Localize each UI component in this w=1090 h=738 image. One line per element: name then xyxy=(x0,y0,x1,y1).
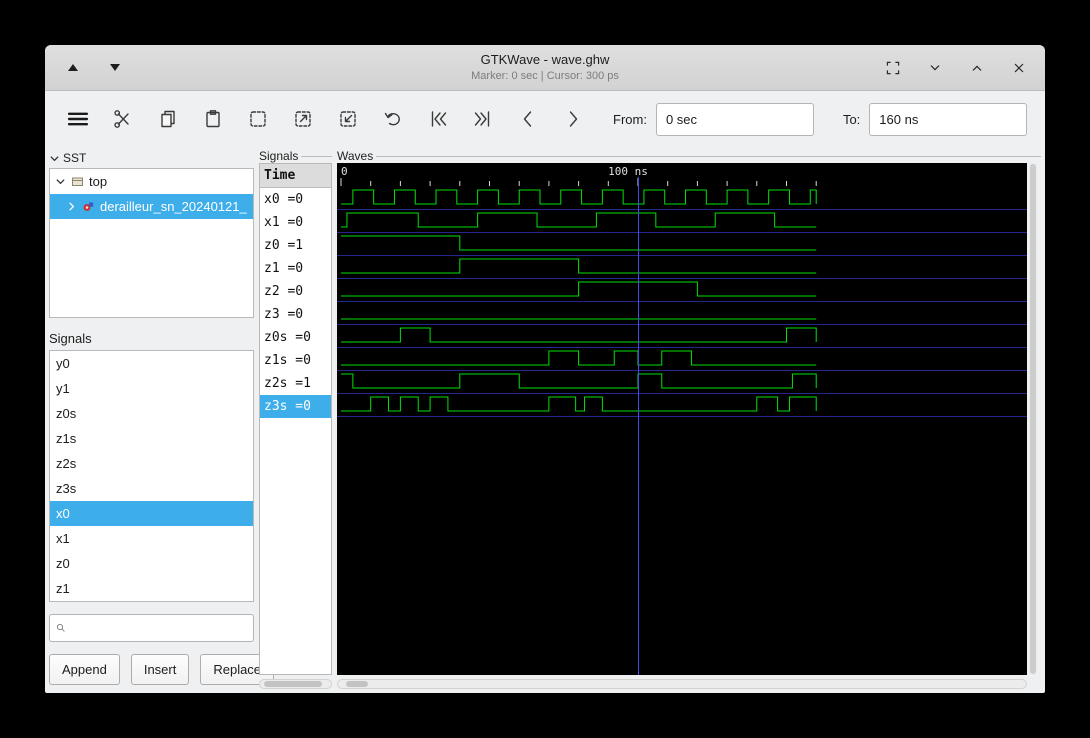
maximize-icon[interactable] xyxy=(967,58,987,78)
signal-row-z2[interactable]: z2 =0 xyxy=(260,280,331,303)
cut-icon[interactable] xyxy=(112,108,134,130)
waveform-display[interactable]: 0 100 ns xyxy=(337,163,1027,675)
sst-expander-icon[interactable] xyxy=(49,153,60,164)
signal-list-item-z2s[interactable]: z2s xyxy=(50,451,253,476)
sst-buttons: Append Insert Replace xyxy=(49,654,275,685)
minimize-icon[interactable] xyxy=(925,58,945,78)
wave-z2 xyxy=(341,281,817,297)
signal-row-z1s[interactable]: z1s =0 xyxy=(260,349,331,372)
waves-hscrollbar-thumb[interactable] xyxy=(346,681,368,687)
wave-z0 xyxy=(341,235,817,251)
hierarchy-top-icon xyxy=(72,177,83,186)
toolbar: From: To: xyxy=(45,91,1045,147)
zoom-out-icon[interactable] xyxy=(337,108,359,130)
waves-panel: Waves 0 100 ns xyxy=(337,149,1041,691)
gtkwave-window: GTKWave - wave.ghw Marker: 0 sec | Curso… xyxy=(45,45,1045,693)
tree-row-top[interactable]: top xyxy=(50,169,253,194)
signal-row-z0s[interactable]: z0s =0 xyxy=(260,326,331,349)
waves-frame-label: Waves xyxy=(337,149,374,163)
tree-row-label: derailleur_sn_20240121_ xyxy=(100,199,247,214)
signal-list-item-z1s[interactable]: z1s xyxy=(50,426,253,451)
main-content: SST top derailleur_sn_20240121_ Signals xyxy=(45,147,1045,693)
undo-icon[interactable] xyxy=(382,108,404,130)
signal-list-item-z3s[interactable]: z3s xyxy=(50,476,253,501)
signal-name-list: Time x0 =0 x1 =0 z0 =1 z1 =0 z2 =0 z3 =0 z0s =… xyxy=(259,163,332,675)
waves-vscrollbar[interactable] xyxy=(1029,163,1037,675)
signal-list-item-x0[interactable]: x0 xyxy=(50,501,253,526)
ruler-label: 100 ns xyxy=(608,165,648,178)
signal-row-z1[interactable]: z1 =0 xyxy=(260,257,331,280)
sst-header-label: SST xyxy=(63,151,87,165)
desktop-background: GTKWave - wave.ghw Marker: 0 sec | Curso… xyxy=(0,0,1090,738)
go-to-end-icon[interactable] xyxy=(472,108,494,130)
waves-vscrollbar-thumb[interactable] xyxy=(1030,164,1036,674)
entity-icon xyxy=(83,202,94,211)
step-forward-icon[interactable] xyxy=(562,108,584,130)
signal-list-item-z0[interactable]: z0 xyxy=(50,551,253,576)
wave-x0 xyxy=(341,189,817,205)
from-label: From: xyxy=(613,111,647,127)
sst-signal-list: y0 y1 z0s z1s z2s z3s x0 x1 z0 z1 xyxy=(49,350,254,602)
expander-right-icon[interactable] xyxy=(66,201,77,212)
signal-row-x1[interactable]: x1 =0 xyxy=(260,211,331,234)
search-input[interactable] xyxy=(71,620,247,636)
sst-panel: SST top derailleur_sn_20240121_ Signals xyxy=(49,149,275,691)
signal-list-item-y1[interactable]: y1 xyxy=(50,376,253,401)
sst-tree: top derailleur_sn_20240121_ xyxy=(49,168,254,318)
copy-icon[interactable] xyxy=(157,108,179,130)
zoom-fit-icon[interactable] xyxy=(247,108,269,130)
tree-row-label: top xyxy=(89,174,108,189)
wave-z3s xyxy=(341,396,817,412)
signal-list-item-z1[interactable]: z1 xyxy=(50,576,253,601)
to-label: To: xyxy=(842,111,861,127)
signal-row-z3[interactable]: z3 =0 xyxy=(260,303,331,326)
titlebar-arrow-down-icon[interactable] xyxy=(105,58,125,78)
close-icon[interactable] xyxy=(1009,58,1029,78)
to-input[interactable] xyxy=(869,102,1028,136)
wave-canvas[interactable]: 0 100 ns xyxy=(337,163,1027,675)
time-header: Time xyxy=(260,164,331,188)
signal-list-item-x1[interactable]: x1 xyxy=(50,526,253,551)
fullscreen-icon[interactable] xyxy=(883,58,903,78)
signal-list-item-z0s[interactable]: z0s xyxy=(50,401,253,426)
menu-icon[interactable] xyxy=(67,108,89,130)
wave-z1 xyxy=(341,258,817,274)
search-icon xyxy=(57,624,65,632)
signal-row-z0[interactable]: z0 =1 xyxy=(260,234,331,257)
titlebar[interactable]: GTKWave - wave.ghw Marker: 0 sec | Curso… xyxy=(45,45,1045,91)
wave-z2s xyxy=(341,373,817,389)
go-to-start-icon[interactable] xyxy=(427,108,449,130)
insert-button[interactable]: Insert xyxy=(130,654,190,685)
expander-down-icon[interactable] xyxy=(55,176,66,187)
from-input[interactable] xyxy=(655,102,814,136)
wave-z1s xyxy=(341,350,817,366)
zoom-in-icon[interactable] xyxy=(292,108,314,130)
signals-panel: Signals Time x0 =0 x1 =0 z0 =1 z1 =0 z2 =0 z3… xyxy=(259,149,332,691)
wave-x1 xyxy=(341,212,817,228)
signals-hscrollbar[interactable] xyxy=(259,679,332,689)
signal-row-x0[interactable]: x0 =0 xyxy=(260,188,331,211)
signal-search-box xyxy=(49,614,254,642)
waves-hscrollbar[interactable] xyxy=(337,679,1027,689)
step-back-icon[interactable] xyxy=(517,108,539,130)
signals-frame-label: Signals xyxy=(259,149,299,163)
wave-z0s xyxy=(341,327,817,343)
sst-signals-label: Signals xyxy=(49,330,92,346)
ruler-label: 0 xyxy=(341,165,348,178)
signal-row-z3s[interactable]: z3s =0 xyxy=(260,395,331,418)
signals-hscrollbar-thumb[interactable] xyxy=(264,681,322,687)
signal-row-z2s[interactable]: z2s =1 xyxy=(260,372,331,395)
paste-icon[interactable] xyxy=(202,108,224,130)
tree-row-derailleur[interactable]: derailleur_sn_20240121_ xyxy=(50,194,253,219)
signal-list-item-y0[interactable]: y0 xyxy=(50,351,253,376)
titlebar-arrow-up-icon[interactable] xyxy=(63,58,83,78)
append-button[interactable]: Append xyxy=(49,654,120,685)
